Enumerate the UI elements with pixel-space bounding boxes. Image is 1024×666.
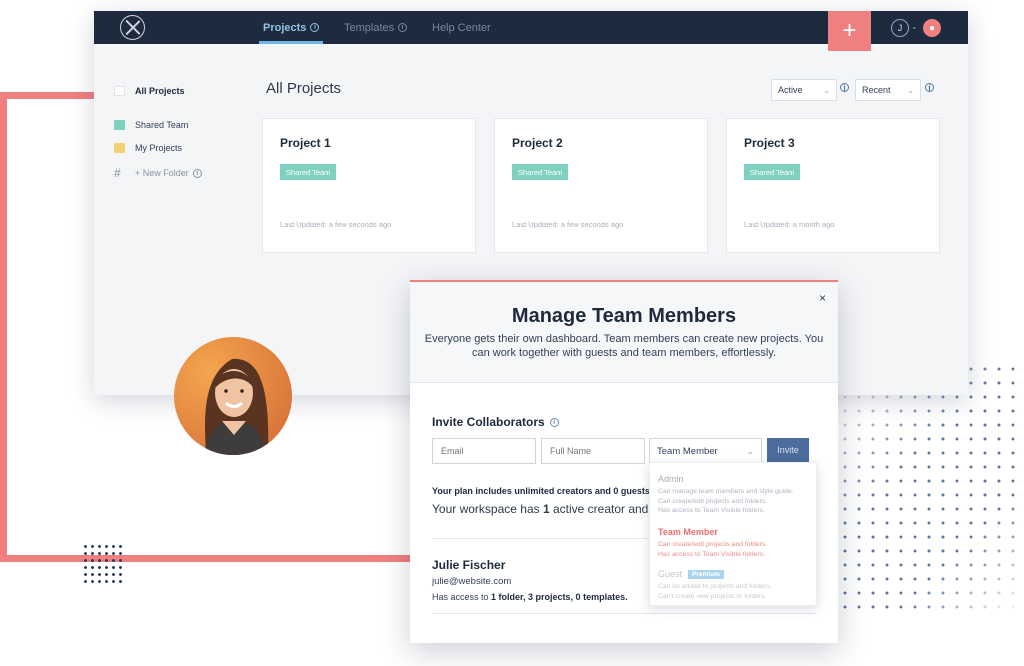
info-icon[interactable]: i	[549, 417, 559, 427]
divider	[410, 382, 838, 383]
folder-swatch-icon	[114, 86, 125, 96]
chevron-down-icon: ⌄	[907, 85, 914, 95]
last-updated-text: Last Updated: a few seconds ago	[280, 220, 392, 229]
nav-tab-help-center[interactable]: Help Center	[432, 11, 491, 44]
sidebar-item-shared-team[interactable]: Shared Team	[114, 120, 188, 130]
project-card[interactable]: Project 2 Shared Team Last Updated: a fe…	[494, 118, 708, 253]
user-photo-illustration	[174, 337, 292, 455]
nav-tab-projects[interactable]: Projects i	[263, 11, 320, 44]
workspace-suffix: active creator and 0 guests.	[552, 502, 650, 516]
plus-icon: +	[842, 17, 857, 44]
modal-title: Manage Team Members	[511, 305, 737, 327]
chevron-down-icon[interactable]: ⌄	[911, 22, 918, 31]
option-title: Team Member	[658, 527, 718, 537]
chevron-down-icon: ⌄	[823, 85, 830, 95]
decorative-frame-edge	[0, 92, 7, 562]
member-name: Julie Fischer	[432, 558, 506, 572]
info-icon: i	[192, 168, 202, 178]
project-card[interactable]: Project 1 Shared Team Last Updated: a fe…	[262, 118, 476, 253]
nav-tab-templates[interactable]: Templates i	[344, 11, 408, 44]
folder-swatch-icon	[114, 120, 125, 130]
premium-badge: Premium	[688, 569, 724, 579]
access-prefix: Has access to	[432, 592, 492, 602]
folder-tag: Shared Team	[744, 164, 801, 180]
invite-button[interactable]: Invite	[767, 438, 809, 464]
heading-text: Invite Collaborators	[432, 415, 545, 429]
option-desc-line: Can manage team members and style guide.	[658, 488, 794, 495]
decorative-dot-grid-small	[82, 543, 126, 585]
sidebar-item-all-projects[interactable]: All Projects	[114, 86, 185, 96]
project-title: Project 3	[744, 136, 795, 150]
info-icon: i	[398, 23, 408, 32]
last-updated-text: Last Updated: a few seconds ago	[512, 220, 624, 229]
option-desc-line: Can create/edit projects and folders.	[658, 497, 768, 505]
active-tab-indicator	[259, 41, 323, 44]
user-photo	[174, 337, 292, 455]
last-updated-text: Last Updated: a month ago	[744, 220, 835, 229]
select-value: Team Member	[657, 445, 718, 457]
option-desc-line: Has access to Team Visible folders.	[658, 550, 766, 558]
invite-collaborators-heading: Invite Collaborators i	[432, 415, 559, 429]
nav-tab-label: Templates	[344, 21, 395, 34]
status-filter-select[interactable]: Active ⌄	[771, 79, 837, 101]
info-icon[interactable]: i	[840, 83, 849, 93]
sidebar-item-my-projects[interactable]: My Projects	[114, 143, 182, 153]
role-select[interactable]: Team Member ⌄	[649, 438, 762, 464]
role-option-team-member[interactable]: Team Member Can create/edit projects and…	[658, 527, 813, 559]
select-value: Active	[778, 85, 803, 95]
role-option-admin[interactable]: Admin Can manage team members and style …	[658, 474, 813, 516]
member-access-text: Has access to 1 folder, 3 projects, 0 te…	[432, 592, 628, 602]
option-title-row: Guest Premium	[658, 569, 813, 579]
add-project-button[interactable]: +	[828, 11, 871, 51]
nav-tab-label: Help Center	[432, 21, 491, 34]
email-input[interactable]	[432, 438, 536, 464]
project-card[interactable]: Project 3 Shared Team Last Updated: a mo…	[726, 118, 940, 253]
workspace-count: 1	[542, 502, 550, 516]
member-email: julie@website.com	[432, 576, 512, 587]
option-desc-line: Has access to Team Visible folders.	[658, 507, 766, 514]
sidebar-item-label: All Projects	[135, 86, 185, 96]
option-desc-line: Can be added to projects and folders.	[658, 583, 772, 590]
role-option-guest[interactable]: Guest Premium Can be added to projects a…	[658, 569, 813, 601]
sort-select[interactable]: Recent ⌄	[855, 79, 921, 101]
option-desc-line: Can create/edit projects and folders.	[658, 541, 768, 548]
full-name-input[interactable]	[541, 438, 645, 464]
info-icon[interactable]: i	[925, 83, 934, 93]
chevron-down-icon: ⌄	[746, 445, 754, 456]
info-icon: i	[310, 23, 320, 32]
option-title: Guest	[658, 569, 683, 579]
user-avatar[interactable]: J	[891, 19, 909, 37]
avatar-initial: J	[897, 23, 903, 33]
new-folder-label: + New Folder	[135, 168, 189, 178]
folder-swatch-icon	[114, 143, 125, 153]
role-dropdown-menu: Admin Can manage team members and style …	[649, 462, 817, 606]
close-icon[interactable]: ×	[819, 291, 826, 305]
plan-info-text: Your plan includes unlimited creators an…	[432, 486, 650, 496]
workspace-prefix: Your workspace has	[432, 502, 543, 516]
app-logo-icon[interactable]	[120, 15, 145, 40]
sidebar-item-label: My Projects	[135, 143, 183, 153]
new-folder-button[interactable]: # + New Folder i	[114, 166, 202, 180]
option-desc-line: Can't create new projects or folders.	[658, 592, 767, 600]
select-value: Recent	[862, 85, 891, 95]
option-title: Admin	[658, 474, 684, 484]
project-title: Project 2	[512, 136, 563, 150]
workspace-info-text: Your workspace has 1 active creator and …	[432, 502, 650, 516]
page-title: All Projects	[266, 80, 342, 97]
modal-description: Everyone gets their own dashboard. Team …	[424, 333, 824, 359]
folder-tag: Shared Team	[280, 164, 337, 180]
folder-tag: Shared Team	[512, 164, 569, 180]
sidebar-item-label: Shared Team	[135, 120, 189, 130]
nav-tab-label: Projects	[263, 21, 307, 34]
access-summary: 1 folder, 3 projects, 0 templates.	[491, 592, 628, 602]
project-title: Project 1	[280, 136, 331, 150]
notification-bell-icon[interactable]: ●	[923, 19, 941, 37]
decorative-dot-grid	[838, 362, 1024, 612]
hash-icon: #	[114, 166, 121, 180]
divider	[432, 613, 816, 614]
